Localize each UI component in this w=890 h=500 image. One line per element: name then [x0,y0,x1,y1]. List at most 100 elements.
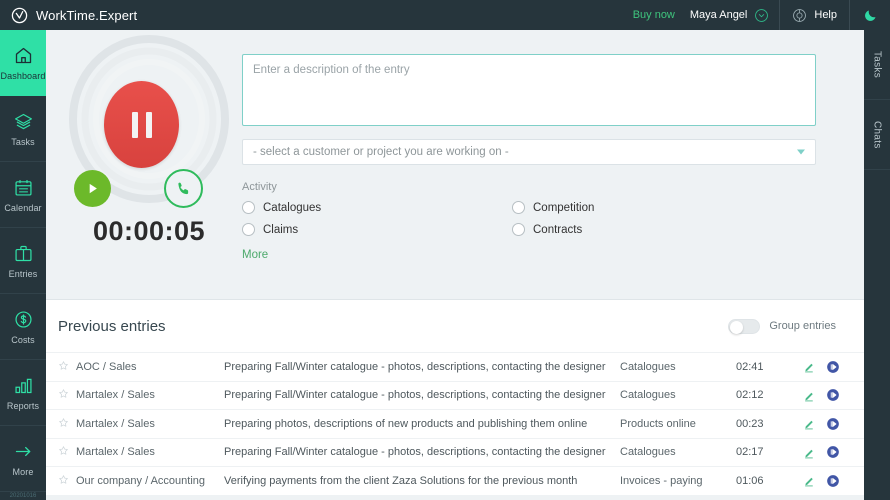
sidebar-item-dashboard[interactable]: Dashboard [0,30,46,96]
radio-icon [512,223,525,236]
check-circle-logo-icon [11,7,28,23]
entry-client: Martalex / Sales [76,446,155,459]
start-entry-button[interactable] [826,445,840,459]
buy-now-link[interactable]: Buy now [622,9,686,21]
briefcase-icon [14,245,32,261]
pencil-icon [805,392,813,402]
start-entry-button[interactable] [826,360,840,374]
activity-radio-catalogues[interactable]: Catalogues [242,201,512,214]
entry-duration: 01:06 [736,474,764,487]
pause-icon [131,111,138,138]
right-tab-tasks[interactable]: Tasks [864,30,890,100]
edit-entry-button[interactable] [803,360,816,373]
right-tab-label: Tasks [871,50,883,79]
right-tab-chats[interactable]: Chats [864,100,890,170]
help-label: Help [814,9,837,21]
entry-actions [788,417,840,431]
table-row[interactable]: Our company / Accounting Verifying payme… [46,466,864,495]
chevron-down-circle-icon [755,8,769,22]
activity-radio-contracts[interactable]: Contracts [512,223,782,236]
edit-entry-button[interactable] [803,417,816,430]
activity-more-link[interactable]: More [242,249,268,261]
activity-radio-claims[interactable]: Claims [242,223,512,236]
favorite-star-button[interactable] [58,388,76,402]
favorite-star-button[interactable] [58,417,76,431]
main-content: 00:00:05 - select a customer or project … [46,30,890,500]
activity-radio-label: Catalogues [263,201,322,214]
entry-description: Preparing photos, descriptions of new pr… [224,417,588,430]
entry-description-input[interactable] [242,54,816,126]
entry-category: Catalogues [620,360,676,373]
start-timer-button[interactable] [74,170,111,207]
play-circle-icon [827,360,839,373]
play-icon [89,183,97,194]
app-root: WorkTime.Expert Buy now Maya Angel Help [0,0,890,500]
group-entries-control: Group entries [728,318,836,334]
favorite-star-button[interactable] [58,474,76,488]
help-circle-icon [793,8,807,22]
brand[interactable]: WorkTime.Expert [0,7,137,24]
pencil-icon [805,478,813,487]
moon-icon [864,10,875,21]
entry-duration: 02:41 [736,360,764,373]
sidebar-item-reports[interactable]: Reports [0,360,46,426]
table-row[interactable]: AOC / Sales Preparing Fall/Winter catalo… [46,352,864,381]
start-entry-button[interactable] [826,474,840,488]
entry-actions [788,445,840,459]
sidebar-item-tasks[interactable]: Tasks [0,96,46,162]
previous-entries-header: Previous entries Group entries [46,300,864,352]
favorite-star-button[interactable] [58,445,76,459]
sidebar-item-more[interactable]: More [0,426,46,492]
favorite-star-button[interactable] [58,360,76,374]
entry-duration: 00:23 [736,417,764,430]
previous-entries-panel: Previous entries Group entries AOC / Sal… [46,300,864,495]
table-row[interactable]: Martalex / Sales Preparing Fall/Winter c… [46,380,864,410]
activity-radio-label: Contracts [533,223,583,236]
star-icon [59,474,68,484]
table-row[interactable]: Martalex / Sales Preparing Fall/Winter c… [46,437,864,467]
entry-category: Catalogues [620,446,676,459]
toggle-knob [730,320,744,334]
call-button[interactable] [164,169,203,208]
entry-category: Products online [620,417,696,430]
entry-form: - select a customer or project you are w… [242,30,864,263]
pencil-icon [805,449,813,459]
bar-chart-icon [14,378,32,393]
top-bar: WorkTime.Expert Buy now Maya Angel Help [0,0,890,30]
user-menu[interactable]: Maya Angel [686,0,781,30]
entry-duration: 02:12 [736,389,764,402]
pause-icon [145,111,152,138]
sidebar-item-calendar[interactable]: Calendar [0,162,46,228]
entry-client: AOC / Sales [76,360,137,373]
pause-timer-button[interactable] [104,81,179,168]
group-entries-toggle[interactable] [728,318,761,334]
entry-description: Preparing Fall/Winter catalogue - photos… [224,446,606,459]
play-circle-icon [827,446,839,459]
timer-widget: 00:00:05 [56,30,242,280]
entry-duration: 02:17 [736,446,764,459]
entry-description: Preparing Fall/Winter catalogue - photos… [224,360,606,373]
help-menu[interactable]: Help [780,0,850,30]
customer-project-select[interactable]: - select a customer or project you are w… [242,139,816,165]
version-line-1: 20201016 [9,493,37,499]
chevron-down-icon [797,149,805,155]
sidebar-item-entries[interactable]: Entries [0,228,46,294]
arrow-right-icon [15,446,30,456]
table-row[interactable]: Martalex / Sales Preparing photos, descr… [46,409,864,438]
play-circle-icon [827,389,839,402]
sidebar-item-costs[interactable]: Costs [0,294,46,360]
sidebar-item-label: More [12,466,34,477]
edit-entry-button[interactable] [803,446,816,459]
start-entry-button[interactable] [826,417,840,431]
sidebar-item-label: Tasks [11,136,35,147]
theme-toggle[interactable] [850,0,890,30]
left-sidebar: Dashboard Tasks Calendar Entries Costs R… [0,30,46,500]
edit-entry-button[interactable] [803,474,816,487]
edit-entry-button[interactable] [803,389,816,402]
top-bar-right: Buy now Maya Angel Help [622,0,890,30]
start-entry-button[interactable] [826,388,840,402]
play-circle-icon [827,417,839,430]
activity-radio-competition[interactable]: Competition [512,201,782,214]
phone-icon [177,182,188,194]
radio-icon [512,201,525,214]
